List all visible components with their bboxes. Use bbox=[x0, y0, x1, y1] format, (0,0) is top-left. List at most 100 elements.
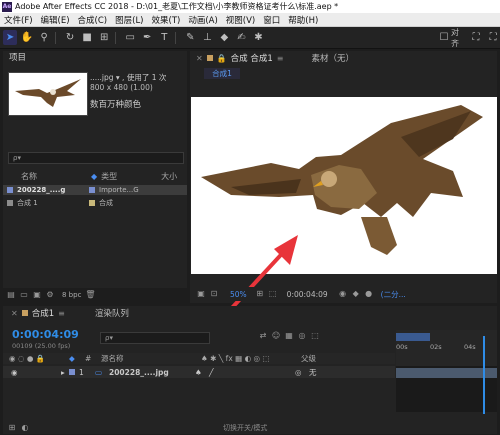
project-row-comp[interactable]: 合成 1 合成 bbox=[3, 198, 187, 208]
brush-tool-icon[interactable]: ✎ bbox=[183, 30, 197, 45]
zoom-dropdown[interactable]: 50% bbox=[230, 290, 247, 299]
close-icon[interactable]: ✕ bbox=[196, 54, 203, 63]
quality-switch-icon[interactable]: ╱ bbox=[209, 368, 295, 377]
menu-layer[interactable]: 图层(L) bbox=[111, 14, 147, 26]
resolution-dropdown[interactable]: (二分... bbox=[381, 289, 406, 300]
menu-animation[interactable]: 动画(A) bbox=[184, 14, 221, 26]
ruler-tick-0: 00s bbox=[396, 343, 408, 351]
project-tab[interactable]: 项目 bbox=[3, 51, 187, 65]
column-parent[interactable]: 父级 bbox=[301, 353, 316, 364]
new-folder-icon[interactable]: ▭ bbox=[19, 290, 29, 300]
hand-tool-icon[interactable]: ✋ bbox=[20, 30, 34, 45]
ruler-tick-4: 04s bbox=[464, 343, 476, 351]
current-time-display[interactable]: 0:00:04:09 bbox=[287, 290, 328, 299]
snap-checkbox-icon[interactable]: ☐ bbox=[437, 30, 451, 45]
expand-chevron-icon[interactable]: ▸ bbox=[61, 368, 69, 377]
menu-edit[interactable]: 编辑(E) bbox=[37, 14, 74, 26]
clone-tool-icon[interactable]: ⊥ bbox=[200, 30, 214, 45]
layer-switches-toggle-icon[interactable]: ⊞ bbox=[7, 423, 17, 433]
column-size[interactable]: 大小 bbox=[161, 171, 177, 182]
project-search-input[interactable]: ρ▾ bbox=[8, 152, 184, 164]
layer-row[interactable]: ◉ ▸ 1 ▭ 200228_....jpg ♠ ╱ ◎ 无 bbox=[3, 366, 395, 378]
trash-icon[interactable]: 🗑 bbox=[85, 290, 95, 300]
menu-window[interactable]: 窗口 bbox=[259, 14, 284, 26]
motion-blur-icon[interactable]: ◎ bbox=[297, 331, 307, 341]
playhead[interactable] bbox=[483, 336, 485, 414]
comp-viewer-tab[interactable]: 合成 合成1 bbox=[231, 52, 273, 64]
comp-icon bbox=[7, 200, 13, 206]
new-comp-icon[interactable]: ▣ bbox=[32, 290, 42, 300]
menu-file[interactable]: 文件(F) bbox=[0, 14, 37, 26]
footage-file-info: .....jpg ▾ , 使用了 1 次 bbox=[90, 73, 167, 82]
layer-label-swatch[interactable] bbox=[69, 369, 75, 375]
comp-breadcrumb[interactable]: 合成1 bbox=[204, 68, 240, 79]
graph-editor-icon[interactable]: ⬚ bbox=[310, 331, 320, 341]
selection-tool-icon[interactable]: ➤ bbox=[3, 30, 18, 45]
footage-type: Importe...G bbox=[99, 186, 139, 194]
project-row-footage[interactable]: 200228_....g Importe...G bbox=[3, 185, 187, 195]
time-ruler[interactable]: 00s 02s 04s bbox=[396, 330, 497, 366]
menu-help[interactable]: 帮助(H) bbox=[284, 14, 322, 26]
footage-viewer-tab[interactable]: 素材（无） bbox=[312, 52, 355, 64]
timeline-timecode[interactable]: 0:00:04:09 bbox=[12, 328, 79, 341]
column-type[interactable]: 类型 bbox=[101, 171, 161, 182]
parent-dropdown[interactable]: 无 bbox=[309, 367, 317, 378]
always-preview-icon[interactable]: ▣ bbox=[196, 289, 206, 299]
column-number: # bbox=[85, 354, 92, 363]
frame-blend-icon[interactable]: ▦ bbox=[284, 331, 294, 341]
column-source-name[interactable]: 源名称 bbox=[101, 353, 201, 364]
snapshot-icon[interactable]: ◉ bbox=[338, 289, 348, 299]
shy-icon[interactable]: ☺ bbox=[271, 331, 281, 341]
label-color-swatch bbox=[89, 200, 95, 206]
pan-behind-tool-icon[interactable]: ⊞ bbox=[97, 30, 111, 45]
safe-zone-icon[interactable]: ⬚ bbox=[268, 289, 278, 299]
av-switches-icon[interactable]: ◉ ◌ ● 🔒 bbox=[9, 354, 69, 363]
viewer-controls: ▣ ⊡ 50% ⊞ ⬚ 0:00:04:09 ◉ ◆ ● (二分... bbox=[190, 287, 497, 301]
menu-view[interactable]: 视图(V) bbox=[222, 14, 259, 26]
type-tool-icon[interactable]: T bbox=[157, 30, 171, 45]
lock-icon[interactable]: 🔒 bbox=[217, 54, 227, 63]
layer-name[interactable]: 200228_....jpg bbox=[109, 368, 195, 377]
timeline-comp-tab[interactable]: 合成1 bbox=[32, 307, 54, 319]
roto-tool-icon[interactable]: ✍ bbox=[234, 30, 248, 45]
visibility-eye-icon[interactable]: ◉ bbox=[11, 368, 61, 377]
menu-composition[interactable]: 合成(C) bbox=[74, 14, 112, 26]
toggle-switches-modes[interactable]: 切换开关/模式 bbox=[223, 423, 267, 433]
interpret-footage-icon[interactable]: ▤ bbox=[6, 290, 16, 300]
close-icon[interactable]: ✕ bbox=[11, 309, 18, 318]
camera-tool-icon[interactable]: ■ bbox=[80, 30, 94, 45]
pen-tool-icon[interactable]: ✒ bbox=[140, 30, 154, 45]
pickwhip-icon[interactable]: ◎ bbox=[295, 368, 309, 377]
grid-icon[interactable]: ⊞ bbox=[255, 289, 265, 299]
bit-depth[interactable]: 8 bpc bbox=[62, 291, 81, 299]
label-column-icon[interactable]: ◆ bbox=[91, 172, 97, 181]
show-snapshot-icon[interactable]: ◆ bbox=[351, 289, 361, 299]
work-area-bar[interactable] bbox=[396, 333, 430, 341]
transfer-controls-toggle-icon[interactable]: ◐ bbox=[20, 423, 30, 433]
label-color-swatch bbox=[89, 187, 95, 193]
layer-track[interactable] bbox=[396, 366, 497, 412]
pin-tool-icon[interactable]: ✱ bbox=[251, 30, 265, 45]
zoom-tool-icon[interactable]: ⚲ bbox=[37, 30, 51, 45]
rotate-tool-icon[interactable]: ↻ bbox=[63, 30, 77, 45]
toolbar: ➤ ✋ ⚲ ↻ ■ ⊞ ▭ ✒ T ✎ ⊥ ◆ ✍ ✱ ☐ 对齐 ⛶ ⛶ bbox=[0, 27, 500, 49]
shy-switch-icon[interactable]: ♠ bbox=[195, 368, 209, 377]
region-icon[interactable]: ⊡ bbox=[209, 289, 219, 299]
snap-options-icon-2[interactable]: ⛶ bbox=[486, 30, 500, 45]
window-title: Adobe After Effects CC 2018 - D:\01_老夏\工… bbox=[15, 2, 339, 11]
rectangle-tool-icon[interactable]: ▭ bbox=[123, 30, 137, 45]
channel-icon[interactable]: ● bbox=[364, 289, 374, 299]
menu-effect[interactable]: 效果(T) bbox=[148, 14, 185, 26]
snap-options-icon[interactable]: ⛶ bbox=[469, 30, 483, 45]
panel-menu-icon[interactable]: ≡ bbox=[277, 54, 284, 63]
timeline-fps: 00109 (25.00 fps) bbox=[12, 342, 71, 350]
column-name[interactable]: 名称 bbox=[21, 171, 91, 182]
timeline-search-input[interactable]: ρ▾ bbox=[100, 332, 210, 344]
label-column-icon[interactable]: ◆ bbox=[69, 354, 85, 363]
panel-menu-icon[interactable]: ≡ bbox=[58, 309, 65, 318]
eraser-tool-icon[interactable]: ◆ bbox=[217, 30, 231, 45]
layer-duration-bar[interactable] bbox=[396, 368, 497, 378]
adjust-settings-icon[interactable]: ⚙ bbox=[45, 290, 55, 300]
comp-flowchart-icon[interactable]: ⇄ bbox=[258, 331, 268, 341]
render-queue-tab[interactable]: 渲染队列 bbox=[95, 307, 129, 319]
